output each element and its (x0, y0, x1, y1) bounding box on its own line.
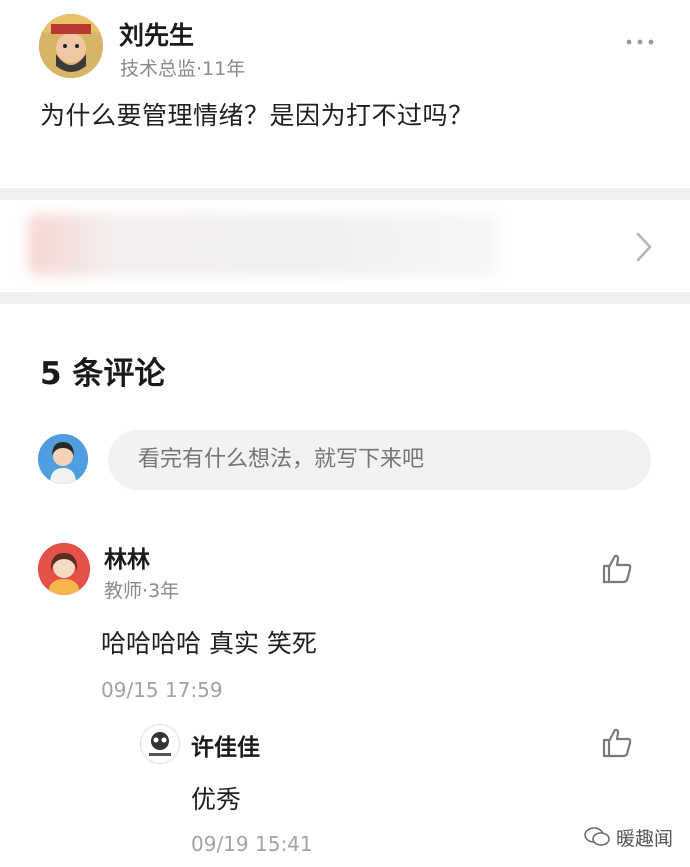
comment-author-meta: 教师·3年 (104, 580, 180, 602)
thumbs-up-icon[interactable] (600, 726, 634, 760)
section-divider (0, 188, 690, 200)
post-text: 为什么要管理情绪？是因为打不过吗？ (40, 101, 474, 130)
section-divider (0, 292, 690, 304)
blurred-content (28, 214, 498, 276)
more-icon[interactable] (624, 34, 656, 48)
author-name[interactable]: 刘先生 (119, 16, 194, 52)
comment-avatar[interactable] (38, 543, 90, 595)
wechat-icon (584, 827, 610, 847)
watermark-text: 暖趣闻 (616, 827, 674, 850)
chevron-right-icon (632, 230, 656, 264)
comment-timestamp: 09/15 17:59 (101, 678, 223, 702)
comment-author-name[interactable]: 林林 (104, 540, 150, 574)
author-meta: 技术总监·11年 (120, 58, 246, 80)
my-avatar (38, 434, 88, 484)
author-avatar[interactable] (39, 14, 103, 78)
comment-compose-input[interactable] (108, 430, 651, 490)
reply-avatar[interactable] (140, 724, 180, 764)
linked-content-row[interactable] (0, 200, 690, 292)
reply-text: 优秀 (191, 785, 242, 814)
reply-timestamp: 09/19 15:41 (191, 832, 313, 856)
watermark: 暖趣闻 (584, 822, 673, 852)
thumbs-up-icon[interactable] (600, 552, 634, 586)
comment-text: 哈哈哈哈 真实 笑死 (101, 629, 317, 658)
reply-author-name[interactable]: 许佳佳 (191, 728, 260, 762)
comments-count-title: 5 条评论 (40, 356, 166, 392)
